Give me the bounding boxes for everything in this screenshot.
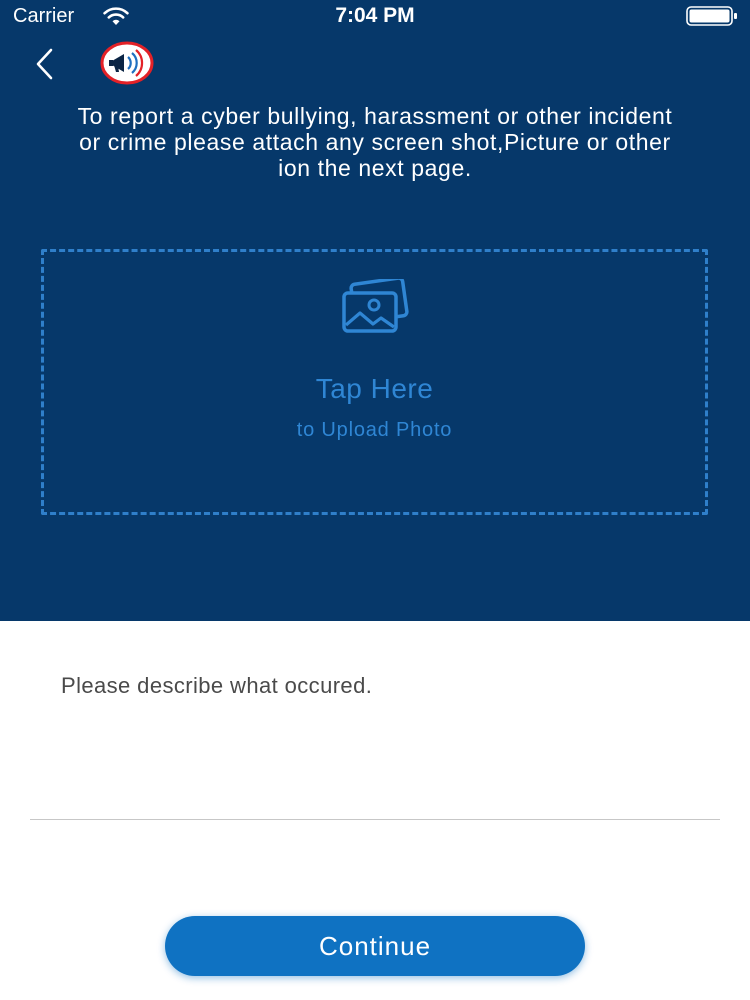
upload-subtitle: to Upload Photo xyxy=(296,419,453,441)
continue-button[interactable]: Continue xyxy=(165,916,585,976)
photos-icon xyxy=(342,279,409,333)
instructions-text: To report a cyber bullying, harassment o… xyxy=(77,103,673,181)
megaphone-logo-icon xyxy=(100,41,154,85)
header-panel: Carrier 7:04 PM To report a cyber bullyi… xyxy=(0,0,750,621)
upload-photo-area[interactable]: Tap Here to Upload Photo xyxy=(41,249,708,515)
back-chevron-icon[interactable] xyxy=(30,46,60,82)
upload-title: Tap Here xyxy=(315,373,434,404)
battery-icon xyxy=(686,6,737,26)
status-bar: Carrier 7:04 PM xyxy=(0,0,750,32)
describe-incident-field[interactable]: Please describe what occured. xyxy=(30,650,720,820)
describe-placeholder: Please describe what occured. xyxy=(61,673,373,698)
clock: 7:04 PM xyxy=(335,4,415,27)
